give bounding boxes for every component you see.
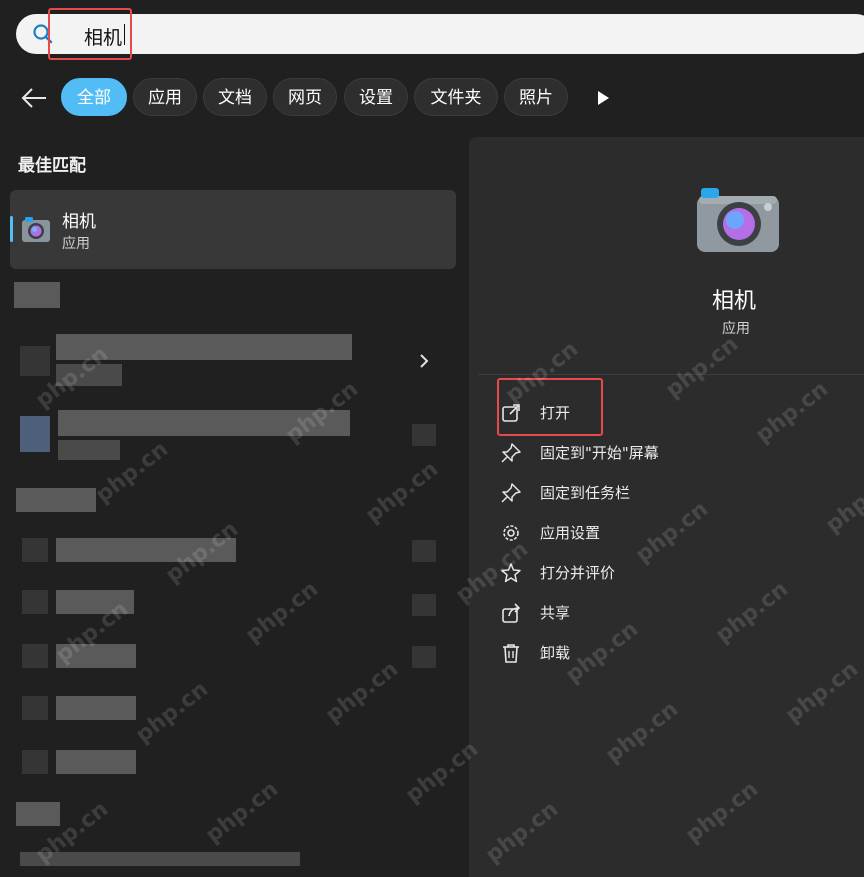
blurred-result[interactable] [20,852,300,866]
tab-web[interactable]: 网页 [273,78,337,116]
action-app-settings-label: 应用设置 [540,524,601,542]
camera-app-icon [22,217,50,242]
gear-icon [503,525,519,541]
blurred-result [412,540,436,562]
share-icon [502,603,521,623]
watermark: php.cn [241,576,323,649]
star-rate-icon [501,563,521,583]
chevron-right-icon[interactable] [418,352,430,370]
action-share-label: 共享 [540,604,571,622]
trash-icon [503,644,519,663]
blurred-result [412,424,436,446]
blurred-result [22,538,48,562]
action-pin-taskbar-label: 固定到任务栏 [540,484,631,502]
pin-icon [501,443,521,463]
highlight-box-search [48,8,132,60]
tab-settings[interactable]: 设置 [344,78,408,116]
watermark: php.cn [361,456,443,529]
search-bar[interactable]: 相机 [16,14,864,54]
blurred-result[interactable] [56,590,134,614]
camera-app-large-icon [697,188,779,252]
detail-panel [469,137,864,877]
blurred-result[interactable] [56,696,136,720]
watermark: php.cn [321,656,403,729]
blurred-result[interactable] [56,750,136,774]
selection-indicator [10,216,13,242]
blurred-result [22,696,48,720]
blurred-result [14,282,60,308]
watermark: php.cn [131,676,213,749]
blurred-result [22,644,48,668]
action-pin-start-label: 固定到"开始"屏幕 [540,444,659,462]
back-arrow-icon[interactable] [20,86,48,110]
detail-app-type: 应用 [722,321,750,337]
action-uninstall-label: 卸载 [540,644,571,662]
watermark: php.cn [201,776,283,849]
best-match-name: 相机 [62,212,96,232]
tab-all[interactable]: 全部 [61,78,127,116]
tab-documents[interactable]: 文档 [203,78,267,116]
blurred-result[interactable] [56,538,236,562]
blurred-result [16,802,60,826]
more-tabs-arrow-icon[interactable] [596,90,610,106]
best-match-heading: 最佳匹配 [18,156,86,176]
blurred-result [20,346,50,376]
blurred-result [16,488,96,512]
panel-divider [478,374,864,375]
tab-apps[interactable]: 应用 [133,78,197,116]
action-rate-review-label: 打分并评价 [540,564,616,582]
blurred-result[interactable] [58,410,350,436]
pin-icon [501,483,521,503]
detail-app-name: 相机 [712,289,757,314]
blurred-result [20,416,50,452]
blurred-result [58,440,120,460]
best-match-type: 应用 [62,236,90,252]
tab-folders[interactable]: 文件夹 [414,78,498,116]
blurred-result [22,750,48,774]
blurred-result [412,594,436,616]
blurred-result [412,646,436,668]
blurred-result [22,590,48,614]
blurred-result[interactable] [56,644,136,668]
blurred-result[interactable] [56,334,352,360]
best-match-item[interactable]: 相机 应用 [10,190,456,269]
blurred-result [56,364,122,386]
tab-photos[interactable]: 照片 [504,78,568,116]
highlight-box-open [497,378,603,436]
